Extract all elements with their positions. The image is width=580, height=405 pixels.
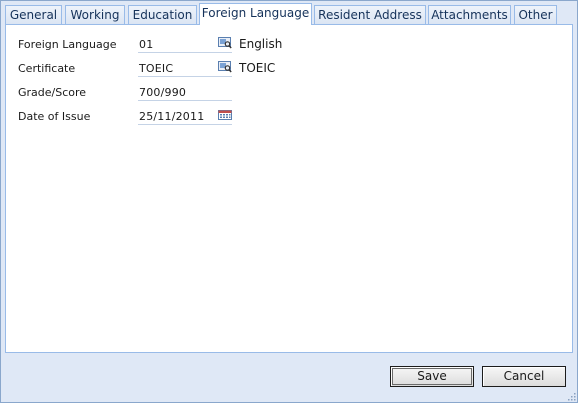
certificate-code[interactable]: TOEIC [139,62,173,75]
date-of-issue-value[interactable]: 25/11/2011 [139,110,204,123]
certificate-description: TOEIC [239,61,276,75]
foreign-language-label: Foreign Language [18,38,117,51]
foreign-language-field[interactable]: 01 [138,36,232,53]
tab-attachments[interactable]: Attachments [428,5,511,24]
button-bar: Save Cancel [5,353,573,400]
calendar-icon[interactable] [218,109,232,121]
dialog-window: General Working Education Foreign Langua… [0,0,578,403]
foreign-language-panel: Foreign Language 01 English Certificate … [5,24,573,353]
resize-grip-icon[interactable] [566,391,576,401]
lookup-icon[interactable] [218,61,232,73]
tab-bar: General Working Education Foreign Langua… [5,3,573,25]
certificate-field[interactable]: TOEIC [138,60,232,77]
date-of-issue-label: Date of Issue [18,110,91,123]
tab-other[interactable]: Other [514,5,557,24]
tab-resident-address[interactable]: Resident Address [314,5,426,24]
save-button[interactable]: Save [390,366,474,387]
lookup-icon[interactable] [218,37,232,49]
tab-working[interactable]: Working [65,5,125,24]
foreign-language-description: English [239,37,283,51]
grade-score-label: Grade/Score [18,86,87,99]
date-of-issue-field[interactable]: 25/11/2011 [138,108,232,125]
tab-foreign-language[interactable]: Foreign Language [199,3,312,25]
foreign-language-code[interactable]: 01 [139,38,153,51]
grade-score-field[interactable]: 700/990 [138,84,232,101]
tab-general[interactable]: General [5,5,62,24]
grade-score-value[interactable]: 700/990 [139,86,186,99]
cancel-button[interactable]: Cancel [482,366,566,387]
certificate-label: Certificate [18,62,76,75]
tab-education[interactable]: Education [128,5,197,24]
